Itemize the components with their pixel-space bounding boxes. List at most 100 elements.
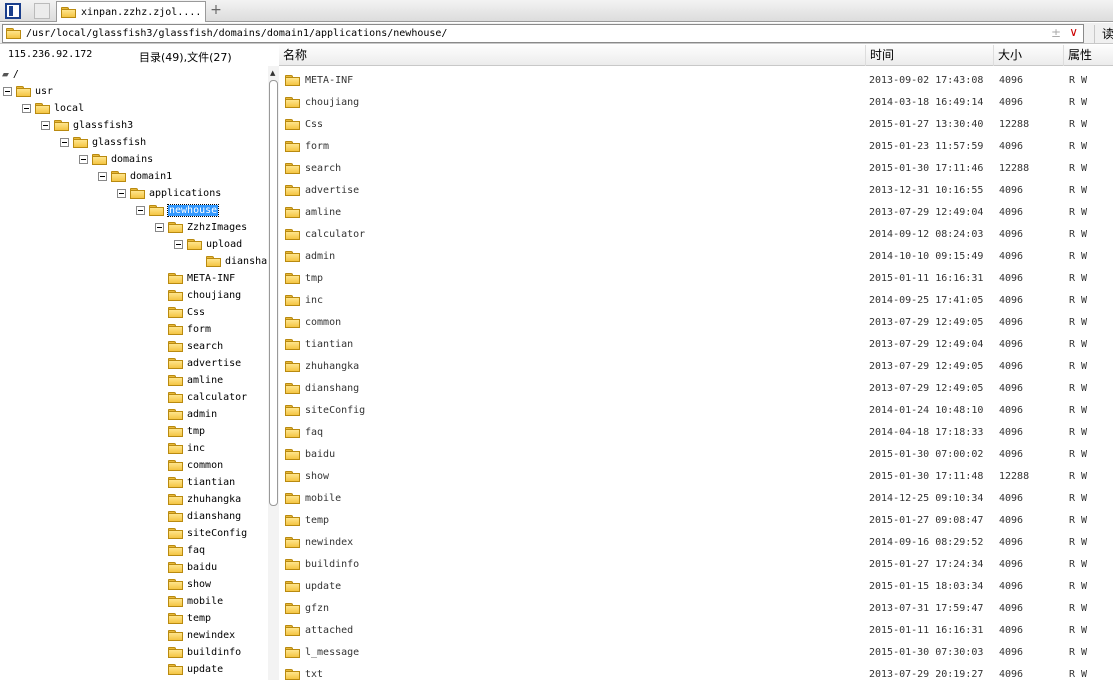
tree-item[interactable]: common: [155, 457, 223, 474]
collapse-icon[interactable]: [3, 87, 12, 96]
file-row[interactable]: gfzn 2013-07-31 17:59:47 4096 R W: [279, 597, 1113, 619]
new-tab-button[interactable]: +: [208, 2, 224, 19]
folder-icon: [168, 613, 183, 624]
file-row[interactable]: advertise 2013-12-31 10:16:55 4096 R W: [279, 179, 1113, 201]
tree-scrollbar[interactable]: ▲: [268, 66, 279, 680]
tree-item[interactable]: tiantian: [155, 474, 235, 491]
file-name-cell: META-INF: [285, 74, 353, 86]
tree-item[interactable]: buildinfo: [155, 644, 241, 661]
blank-tab-button[interactable]: [31, 1, 53, 20]
column-header-name[interactable]: 名称: [279, 45, 865, 66]
file-row[interactable]: inc 2014-09-25 17:41:05 4096 R W: [279, 289, 1113, 311]
tree-item[interactable]: dianshang: [155, 508, 241, 525]
collapse-icon[interactable]: [98, 172, 107, 181]
tree-item[interactable]: search: [155, 338, 223, 355]
tab-active[interactable]: xinpan.zzhz.zjol....: [56, 1, 206, 22]
tree-item[interactable]: amline: [155, 372, 223, 389]
collapse-icon[interactable]: [155, 223, 164, 232]
tree-item[interactable]: domain1: [98, 168, 172, 185]
tree-item[interactable]: baidu: [155, 559, 217, 576]
tree-item[interactable]: choujiang: [155, 287, 241, 304]
tree-item[interactable]: glassfish3: [41, 117, 133, 134]
file-row[interactable]: l_message 2015-01-30 07:30:03 4096 R W: [279, 641, 1113, 663]
file-row[interactable]: buildinfo 2015-01-27 17:24:34 4096 R W: [279, 553, 1113, 575]
tree-item[interactable]: Css: [155, 304, 205, 321]
file-row[interactable]: siteConfig 2014-01-24 10:48:10 4096 R W: [279, 399, 1113, 421]
tree-root[interactable]: ▰ /: [2, 66, 19, 83]
tree-item[interactable]: applications: [117, 185, 221, 202]
tree-item[interactable]: update: [155, 661, 223, 678]
file-row[interactable]: admin 2014-10-10 09:15:49 4096 R W: [279, 245, 1113, 267]
file-row[interactable]: form 2015-01-23 11:57:59 4096 R W: [279, 135, 1113, 157]
column-header-attr[interactable]: 属性: [1063, 45, 1113, 66]
tree-item[interactable]: META-INF: [155, 270, 235, 287]
file-row[interactable]: mobile 2014-12-25 09:10:34 4096 R W: [279, 487, 1113, 509]
tree-item[interactable]: dianshang: [193, 253, 268, 270]
collapse-icon[interactable]: [41, 121, 50, 130]
folder-icon: [285, 96, 300, 108]
scroll-up-icon[interactable]: ▲: [270, 69, 275, 77]
tree-item[interactable]: ZzhzImages: [155, 219, 247, 236]
tree-item[interactable]: zhuhangka: [155, 491, 241, 508]
file-row[interactable]: common 2013-07-29 12:49:05 4096 R W: [279, 311, 1113, 333]
folder-icon: [285, 338, 300, 350]
tree-item[interactable]: show: [155, 576, 211, 593]
file-row[interactable]: baidu 2015-01-30 07:00:02 4096 R W: [279, 443, 1113, 465]
file-row[interactable]: txt 2013-07-29 20:19:27 4096 R W: [279, 663, 1113, 680]
read-button[interactable]: 读: [1094, 25, 1113, 43]
tree-item[interactable]: calculator: [155, 389, 247, 406]
collapse-icon[interactable]: [117, 189, 126, 198]
file-row[interactable]: META-INF 2013-09-02 17:43:08 4096 R W: [279, 69, 1113, 91]
file-row[interactable]: tmp 2015-01-11 16:16:31 4096 R W: [279, 267, 1113, 289]
file-row[interactable]: temp 2015-01-27 09:08:47 4096 R W: [279, 509, 1113, 531]
tree-item[interactable]: mobile: [155, 593, 223, 610]
file-row[interactable]: show 2015-01-30 17:11:48 12288 R W: [279, 465, 1113, 487]
path-input[interactable]: /usr/local/glassfish3/glassfish/domains/…: [2, 24, 1084, 43]
file-row[interactable]: attached 2015-01-11 16:16:31 4096 R W: [279, 619, 1113, 641]
tree-item[interactable]: tmp: [155, 423, 205, 440]
file-row[interactable]: tiantian 2013-07-29 12:49:04 4096 R W: [279, 333, 1113, 355]
collapse-icon[interactable]: [174, 240, 183, 249]
file-row[interactable]: Css 2015-01-27 13:30:40 12288 R W: [279, 113, 1113, 135]
file-row[interactable]: zhuhangka 2013-07-29 12:49:05 4096 R W: [279, 355, 1113, 377]
collapse-icon[interactable]: [136, 206, 145, 215]
chevron-down-icon[interactable]: ∨: [1069, 25, 1078, 39]
scrollbar-thumb[interactable]: [269, 80, 278, 506]
column-header-size[interactable]: 大小: [993, 45, 1063, 66]
file-row[interactable]: update 2015-01-15 18:03:34 4096 R W: [279, 575, 1113, 597]
tree-item-label: newindex: [187, 630, 236, 641]
file-time: 2013-07-29 12:49:05: [869, 382, 984, 394]
collapse-icon[interactable]: [79, 155, 88, 164]
tree-item[interactable]: newindex: [155, 627, 235, 644]
file-row[interactable]: search 2015-01-30 17:11:46 12288 R W: [279, 157, 1113, 179]
tree-item[interactable]: siteConfig: [155, 525, 247, 542]
tree-item-label: advertise: [187, 358, 242, 369]
collapse-icon[interactable]: [60, 138, 69, 147]
file-row[interactable]: calculator 2014-09-12 08:24:03 4096 R W: [279, 223, 1113, 245]
tree-item[interactable]: form: [155, 321, 211, 338]
tree-item[interactable]: usr: [3, 83, 53, 100]
file-row[interactable]: dianshang 2013-07-29 12:49:05 4096 R W: [279, 377, 1113, 399]
tree-item[interactable]: advertise: [155, 355, 241, 372]
file-row[interactable]: choujiang 2014-03-18 16:49:14 4096 R W: [279, 91, 1113, 113]
plus-minus-icon[interactable]: ±: [1051, 26, 1061, 40]
folder-icon: [130, 188, 145, 199]
tree-item[interactable]: local: [22, 100, 84, 117]
file-size: 4096: [999, 294, 1024, 306]
file-row[interactable]: amline 2013-07-29 12:49:04 4096 R W: [279, 201, 1113, 223]
tree-item[interactable]: temp: [155, 610, 211, 627]
tree-item[interactable]: faq: [155, 542, 205, 559]
file-size: 4096: [999, 580, 1024, 592]
file-size: 4096: [999, 382, 1024, 394]
tree-item[interactable]: inc: [155, 440, 205, 457]
tree-item[interactable]: admin: [155, 406, 217, 423]
tree-item[interactable]: domains: [79, 151, 153, 168]
tree-item[interactable]: newhouse: [136, 202, 220, 219]
panel-toggle-button[interactable]: [2, 1, 24, 20]
collapse-icon[interactable]: [22, 104, 31, 113]
column-header-time[interactable]: 时间: [865, 45, 993, 66]
tree-item[interactable]: glassfish: [60, 134, 146, 151]
tree-item[interactable]: upload: [174, 236, 242, 253]
file-row[interactable]: faq 2014-04-18 17:18:33 4096 R W: [279, 421, 1113, 443]
file-row[interactable]: newindex 2014-09-16 08:29:52 4096 R W: [279, 531, 1113, 553]
